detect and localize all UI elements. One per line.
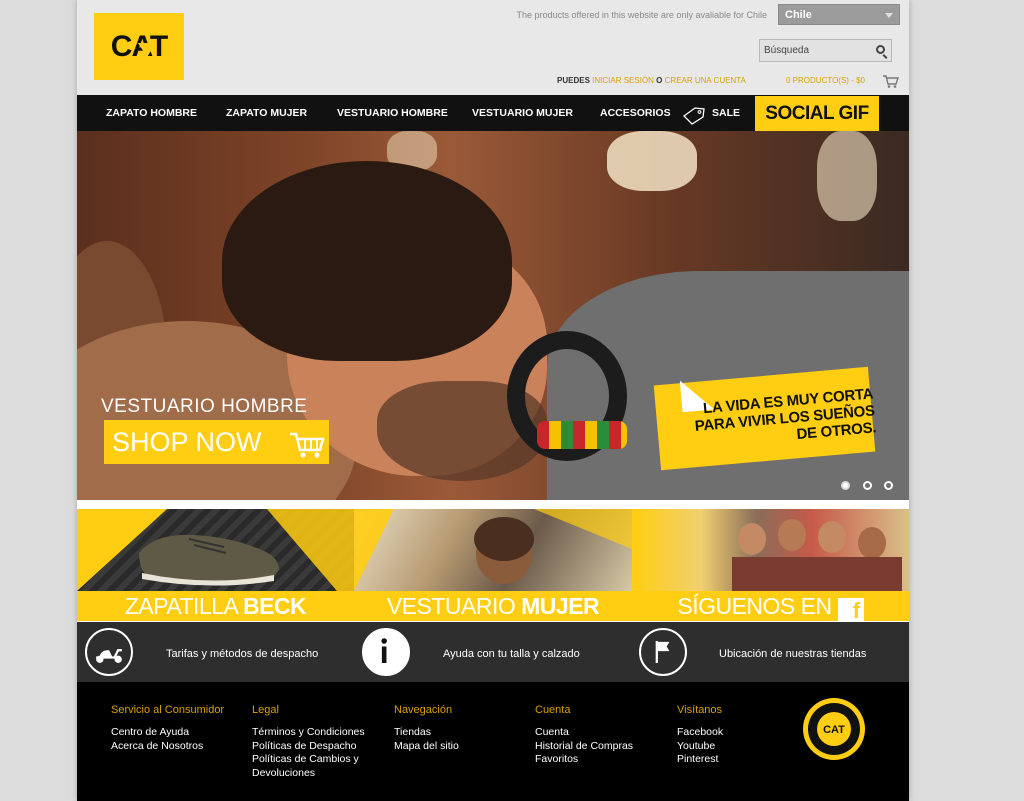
footer-col-title: Navegación bbox=[394, 704, 453, 716]
cart-icon[interactable] bbox=[883, 75, 899, 88]
nav-item-sale[interactable]: SALE bbox=[712, 95, 740, 131]
footer-col-title: Cuenta bbox=[535, 704, 571, 716]
group-photo bbox=[732, 519, 902, 591]
hero-banner[interactable]: VESTUARIO HOMBRE SHOP NOW LA VIDA ES MUY… bbox=[77, 131, 909, 500]
search-icon[interactable] bbox=[876, 45, 885, 54]
promo-label-light: VESTUARIO bbox=[386, 593, 522, 619]
nav-item-vestuario-hombre[interactable]: VESTUARIO HOMBRE bbox=[337, 95, 448, 131]
social-gif-button[interactable]: SOCIAL GIF bbox=[755, 96, 879, 131]
shoe-image bbox=[139, 534, 279, 586]
footer-link[interactable]: Términos y Condiciones bbox=[252, 726, 365, 740]
facebook-icon[interactable]: f bbox=[837, 598, 864, 621]
account-bar: PUEDES INICIAR SESIÓN O CREAR UNA CUENTA bbox=[557, 76, 746, 85]
promo-label: ZAPATILLA BECK bbox=[77, 591, 354, 621]
country-value: Chile bbox=[785, 9, 812, 21]
nav-item-zapato-hombre[interactable]: ZAPATO HOMBRE bbox=[106, 95, 197, 131]
info-glyph bbox=[381, 638, 387, 663]
page: CAT The products offered in this website… bbox=[77, 0, 909, 801]
search-placeholder: Búsqueda bbox=[764, 45, 810, 56]
stripe-decor bbox=[354, 509, 632, 591]
footer-link[interactable]: Historial de Compras bbox=[535, 740, 633, 754]
promo-label-bold: BECK bbox=[242, 593, 307, 619]
scooter-icon[interactable] bbox=[85, 628, 133, 676]
promo-label-light: SÍGUENOS EN bbox=[677, 593, 832, 619]
footer-link[interactable]: Centro de Ayuda bbox=[111, 726, 224, 740]
account-prefix: PUEDES bbox=[557, 76, 590, 85]
footer-col-title: Servicio al Consumidor bbox=[111, 704, 225, 716]
services-strip: Tarifas y métodos de despacho Ayuda con … bbox=[77, 622, 909, 682]
country-select[interactable]: Chile bbox=[778, 4, 900, 25]
logo-triangle-icon bbox=[138, 43, 156, 57]
promo-vestuario-mujer[interactable]: VESTUARIO MUJER bbox=[354, 509, 632, 621]
footer-link-pinterest[interactable]: Pinterest bbox=[677, 753, 723, 767]
nav-item-vestuario-mujer[interactable]: VESTUARIO MUJER bbox=[472, 95, 573, 131]
footer-col-navegacion: Navegación Tiendas Mapa del sitio bbox=[394, 704, 459, 753]
footer-link[interactable]: Cuenta bbox=[535, 726, 633, 740]
nav-item-zapato-mujer[interactable]: ZAPATO MUJER bbox=[226, 95, 307, 131]
hero-model-hair bbox=[222, 161, 512, 361]
login-link[interactable]: INICIAR SESIÓN bbox=[592, 76, 654, 85]
footer-link[interactable]: Devoluciones bbox=[252, 767, 365, 781]
register-link[interactable]: CREAR UNA CUENTA bbox=[665, 76, 746, 85]
hero-lamp bbox=[817, 131, 877, 221]
footer-col-servicio: Servicio al Consumidor Centro de Ayuda A… bbox=[111, 704, 224, 753]
shop-now-label: SHOP NOW bbox=[112, 427, 262, 457]
service-text-shipping[interactable]: Tarifas y métodos de despacho bbox=[166, 648, 318, 660]
hero-caption: VESTUARIO HOMBRE bbox=[101, 396, 308, 417]
footer-col-cuenta: Cuenta Cuenta Historial de Compras Favor… bbox=[535, 704, 633, 767]
header: CAT The products offered in this website… bbox=[77, 0, 909, 95]
promo-label-bold: MUJER bbox=[521, 593, 600, 619]
carousel-dot-3[interactable] bbox=[884, 481, 893, 490]
nav-item-accesorios[interactable]: ACCESORIOS bbox=[600, 95, 671, 131]
footer-link-facebook[interactable]: Facebook bbox=[677, 726, 723, 740]
hero-lamp bbox=[607, 131, 697, 191]
scooter-glyph bbox=[96, 649, 122, 663]
service-text-size-help[interactable]: Ayuda con tu talla y calzado bbox=[443, 648, 580, 660]
promo-banners: ZAPATILLA BECK VESTUARIO MUJER SÍGUENOS … bbox=[77, 509, 909, 621]
footer-col-legal: Legal Términos y Condiciones Políticas d… bbox=[252, 704, 365, 780]
service-text-stores[interactable]: Ubicación de nuestras tiendas bbox=[719, 648, 866, 660]
promo-zapatilla-beck[interactable]: ZAPATILLA BECK bbox=[77, 509, 354, 621]
footer-col-title: Visítanos bbox=[677, 704, 723, 716]
availability-notice: The products offered in this website are… bbox=[516, 10, 767, 20]
flag-glyph bbox=[655, 641, 670, 663]
promo-label: SÍGUENOS EN f bbox=[632, 591, 909, 621]
account-or: O bbox=[656, 76, 663, 85]
footer-link[interactable]: Tiendas bbox=[394, 726, 459, 740]
sale-tag-icon bbox=[683, 107, 705, 125]
footer: Servicio al Consumidor Centro de Ayuda A… bbox=[77, 682, 909, 801]
footer-link[interactable]: Políticas de Cambios y bbox=[252, 753, 365, 767]
cat-logo[interactable]: CAT bbox=[94, 13, 184, 80]
footer-link[interactable]: Acerca de Nosotros bbox=[111, 740, 224, 754]
promo-label-light: ZAPATILLA bbox=[124, 593, 243, 619]
info-icon[interactable] bbox=[362, 628, 410, 676]
footer-col-title: Legal bbox=[252, 704, 279, 716]
cart-summary[interactable]: 0 PRODUCTO(S) - $0 bbox=[786, 76, 865, 85]
cart-icon bbox=[290, 432, 325, 458]
footer-link[interactable]: Políticas de Despacho bbox=[252, 740, 365, 754]
carousel-dot-2[interactable] bbox=[863, 481, 872, 490]
svg-text:CAT: CAT bbox=[823, 724, 845, 736]
licensed-merchandise-badge-icon: CAT bbox=[803, 698, 865, 760]
chevron-down-icon bbox=[885, 13, 893, 18]
footer-link[interactable]: Favoritos bbox=[535, 753, 633, 767]
flag-icon[interactable] bbox=[639, 628, 687, 676]
headphones-band bbox=[537, 421, 627, 449]
footer-col-visitanos: Visítanos Facebook Youtube Pinterest bbox=[677, 704, 723, 767]
promo-label: VESTUARIO MUJER bbox=[354, 591, 632, 621]
carousel-dot-1[interactable] bbox=[841, 481, 850, 490]
promo-siguenos[interactable]: SÍGUENOS EN f bbox=[632, 509, 909, 621]
footer-link[interactable]: Mapa del sitio bbox=[394, 740, 459, 754]
search-input[interactable]: Búsqueda bbox=[759, 39, 892, 62]
footer-link-youtube[interactable]: Youtube bbox=[677, 740, 723, 754]
